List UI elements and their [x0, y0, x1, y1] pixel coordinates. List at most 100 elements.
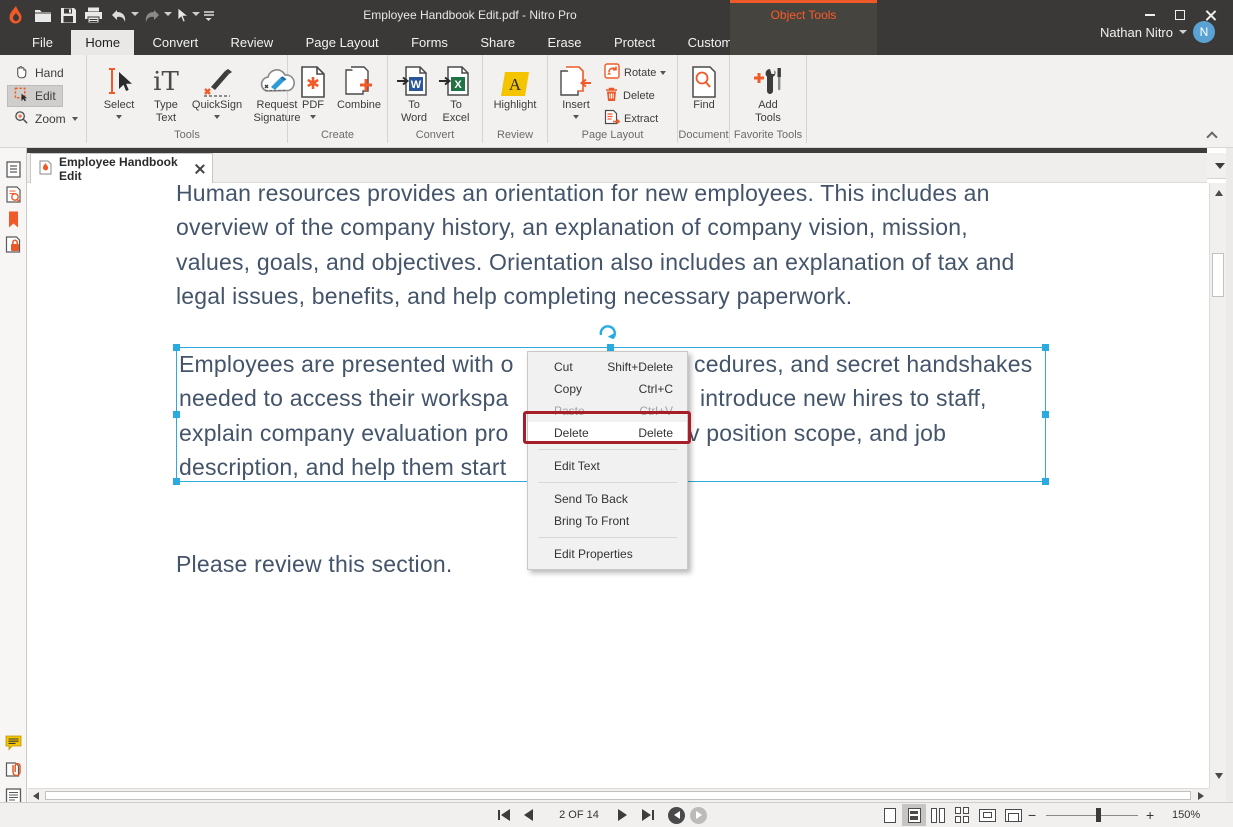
hand-tool-button[interactable]: Hand: [8, 63, 70, 83]
view-grid-button[interactable]: [950, 803, 974, 827]
undo-icon[interactable]: [110, 6, 128, 26]
account-menu[interactable]: Nathan Nitro N: [1100, 9, 1215, 55]
next-page-button[interactable]: [618, 803, 627, 827]
insert-button[interactable]: Insert: [554, 61, 598, 119]
tab-forms[interactable]: Forms: [397, 30, 462, 55]
context-menu-item-edit-text[interactable]: Edit Text: [528, 455, 687, 477]
print-icon[interactable]: [84, 5, 103, 25]
last-page-button[interactable]: [642, 803, 654, 827]
context-menu-item-bring-to-front[interactable]: Bring To Front: [528, 510, 687, 532]
selection-handle-e[interactable]: [1042, 411, 1049, 418]
view-history-back-button[interactable]: [668, 803, 685, 827]
collapse-ribbon-button[interactable]: [1205, 131, 1219, 141]
view-history-forward-button[interactable]: [690, 803, 707, 827]
view-facing-pages-button[interactable]: [926, 803, 950, 827]
document-tab-title: Employee Handbook Edit: [59, 155, 184, 183]
status-bar: 2 OF 14 −: [0, 802, 1233, 826]
avatar[interactable]: N: [1193, 21, 1215, 43]
selection-handle-ne[interactable]: [1042, 344, 1049, 351]
search-results-panel-icon[interactable]: [4, 185, 23, 204]
view-continuous-button[interactable]: [902, 803, 926, 827]
rotate-button[interactable]: Rotate: [604, 63, 666, 82]
add-tools-button[interactable]: Add Tools: [744, 61, 792, 125]
document-tab-icon: [39, 160, 52, 178]
scroll-up-button[interactable]: [1211, 185, 1226, 201]
select-caret-icon: [116, 115, 122, 119]
view-single-page-button[interactable]: [878, 803, 902, 827]
edit-tool-button[interactable]: Edit: [8, 86, 62, 106]
tab-home[interactable]: Home: [71, 30, 134, 55]
select-pointer-icon[interactable]: [176, 5, 190, 25]
scroll-down-button[interactable]: [1211, 768, 1226, 784]
redo-dropdown-caret-icon[interactable]: [164, 12, 172, 16]
selection-handle-w[interactable]: [173, 411, 180, 418]
previous-page-button[interactable]: [524, 803, 533, 827]
combine-button[interactable]: Combine: [334, 61, 384, 112]
tab-protect[interactable]: Protect: [600, 30, 669, 55]
pdf-button[interactable]: PDF: [294, 61, 332, 119]
select-pointer-caret-icon[interactable]: [192, 12, 200, 16]
to-excel-button[interactable]: X To Excel: [436, 61, 476, 125]
context-menu-item-cut[interactable]: Cut Shift+Delete: [528, 356, 687, 378]
tab-convert[interactable]: Convert: [139, 30, 213, 55]
view-fullscreen-button[interactable]: [975, 803, 999, 827]
selection-handle-n[interactable]: [607, 344, 614, 351]
selection-handle-nw[interactable]: [173, 344, 180, 351]
paragraph1-line4: legal issues, benefits, and help complet…: [176, 283, 852, 310]
tools-group-label: Tools: [87, 129, 287, 141]
last-page-arrow-icon: [642, 809, 651, 821]
cut-label: Cut: [554, 360, 573, 374]
zoom-slider-knob[interactable]: [1096, 808, 1101, 822]
to-excel-icon: X: [438, 61, 474, 99]
to-word-button[interactable]: W To Word: [394, 61, 434, 125]
customize-quick-access-icon[interactable]: [203, 9, 215, 27]
ribbon-group-tools: Select iT Type Text QuickSign Request Si…: [87, 55, 288, 143]
scroll-right-button[interactable]: [1194, 790, 1208, 801]
zoom-in-button[interactable]: +: [1146, 803, 1154, 827]
selection-handle-se[interactable]: [1042, 478, 1049, 485]
horizontal-scrollbar[interactable]: [28, 788, 1209, 802]
save-icon[interactable]: [60, 5, 77, 25]
extract-button[interactable]: Extract: [604, 109, 658, 128]
tab-file[interactable]: File: [18, 30, 67, 55]
bookmarks-panel-icon[interactable]: [4, 210, 23, 229]
tab-erase[interactable]: Erase: [534, 30, 596, 55]
document-tab[interactable]: Employee Handbook Edit: [30, 153, 213, 183]
horizontal-scroll-thumb[interactable]: [45, 791, 1191, 800]
first-page-button[interactable]: [498, 803, 510, 827]
redo-icon[interactable]: [143, 6, 161, 26]
insert-label: Insert: [562, 99, 590, 112]
undo-dropdown-caret-icon[interactable]: [131, 12, 139, 16]
zoom-slider[interactable]: [1046, 803, 1138, 827]
add-tools-icon: [753, 61, 783, 99]
delete-button[interactable]: Delete: [604, 86, 655, 105]
security-panel-icon[interactable]: [4, 235, 23, 254]
vertical-scroll-thumb[interactable]: [1212, 253, 1224, 297]
find-button[interactable]: Find: [684, 61, 724, 112]
context-menu-item-edit-properties[interactable]: Edit Properties: [528, 543, 687, 565]
vertical-scrollbar[interactable]: [1209, 183, 1226, 788]
view-fullwidth-button[interactable]: [1001, 803, 1025, 827]
select-button[interactable]: Select: [95, 61, 143, 119]
zoom-slider-track[interactable]: [1046, 815, 1138, 816]
comments-panel-icon[interactable]: [4, 733, 23, 752]
tab-review[interactable]: Review: [217, 30, 288, 55]
tab-page-layout[interactable]: Page Layout: [292, 30, 393, 55]
zoom-tool-button[interactable]: Zoom: [8, 109, 84, 129]
context-menu-item-copy[interactable]: Copy Ctrl+C: [528, 378, 687, 400]
pages-panel-icon[interactable]: [4, 160, 23, 179]
pdf-caret-icon: [310, 115, 316, 119]
type-text-button[interactable]: iT Type Text: [145, 61, 187, 125]
scroll-left-button[interactable]: [29, 790, 43, 801]
open-folder-icon[interactable]: [34, 5, 52, 25]
selection-handle-sw[interactable]: [173, 478, 180, 485]
attachments-panel-icon[interactable]: [4, 760, 23, 779]
highlight-label: Highlight: [494, 99, 537, 112]
right-edge-filler: [1226, 148, 1233, 802]
highlight-button[interactable]: A Highlight: [487, 61, 543, 112]
zoom-out-button[interactable]: −: [1028, 803, 1036, 827]
tab-share[interactable]: Share: [466, 30, 529, 55]
context-menu-item-send-to-back[interactable]: Send To Back: [528, 488, 687, 510]
document-tab-close-icon[interactable]: [195, 164, 204, 174]
quicksign-button[interactable]: QuickSign: [189, 61, 245, 119]
